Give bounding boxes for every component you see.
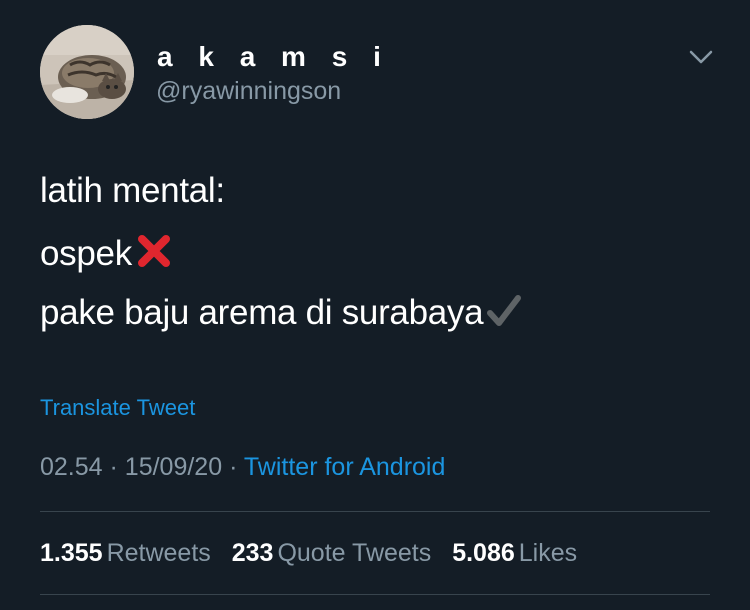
tweet-time[interactable]: 02.54 (40, 453, 103, 481)
quote-tweets-stat[interactable]: 233 Quote Tweets (232, 538, 432, 568)
likes-stat[interactable]: 5.086 Likes (452, 538, 577, 568)
tweet-text: latih mental: (40, 171, 225, 210)
display-name[interactable]: a k a m s i (157, 40, 390, 74)
tweet-text: ospek (40, 234, 132, 273)
tweet-text: pake baju arema di surabaya (40, 293, 484, 332)
tweet-date[interactable]: 15/09/20 (125, 453, 222, 481)
cross-mark-icon (134, 231, 174, 281)
avatar[interactable] (40, 25, 134, 119)
divider (40, 511, 710, 512)
tweet-line: ospek (40, 231, 174, 281)
user-handle[interactable]: @ryawinningson (156, 76, 341, 106)
stat-value: 1.355 (40, 539, 103, 567)
stat-value: 233 (231, 539, 274, 567)
tweet-source-link[interactable]: Twitter for Android (244, 453, 445, 481)
stat-label: Retweets (106, 539, 211, 567)
tweet-stats: 1.355 Retweets 233 Quote Tweets 5.086 Likes (40, 538, 591, 568)
tweet-detail: a k a m s i @ryawinningson latih mental:… (0, 0, 750, 610)
chevron-down-icon[interactable] (688, 44, 714, 70)
cat-photo-icon (40, 25, 134, 119)
retweets-stat[interactable]: 1.355 Retweets (40, 538, 211, 568)
stat-label: Likes (518, 539, 578, 567)
translate-tweet-link[interactable]: Translate Tweet (40, 394, 195, 422)
divider (40, 594, 710, 595)
stat-label: Quote Tweets (277, 539, 432, 567)
tweet-line: pake baju arema di surabaya (40, 292, 523, 340)
check-mark-icon (485, 292, 523, 340)
meta-separator: · (229, 453, 238, 481)
tweet-metadata: 02.54 · 15/09/20 · Twitter for Android (40, 452, 445, 482)
tweet-line: latih mental: (40, 170, 225, 212)
stat-value: 5.086 (452, 539, 515, 567)
meta-separator: · (109, 453, 118, 481)
